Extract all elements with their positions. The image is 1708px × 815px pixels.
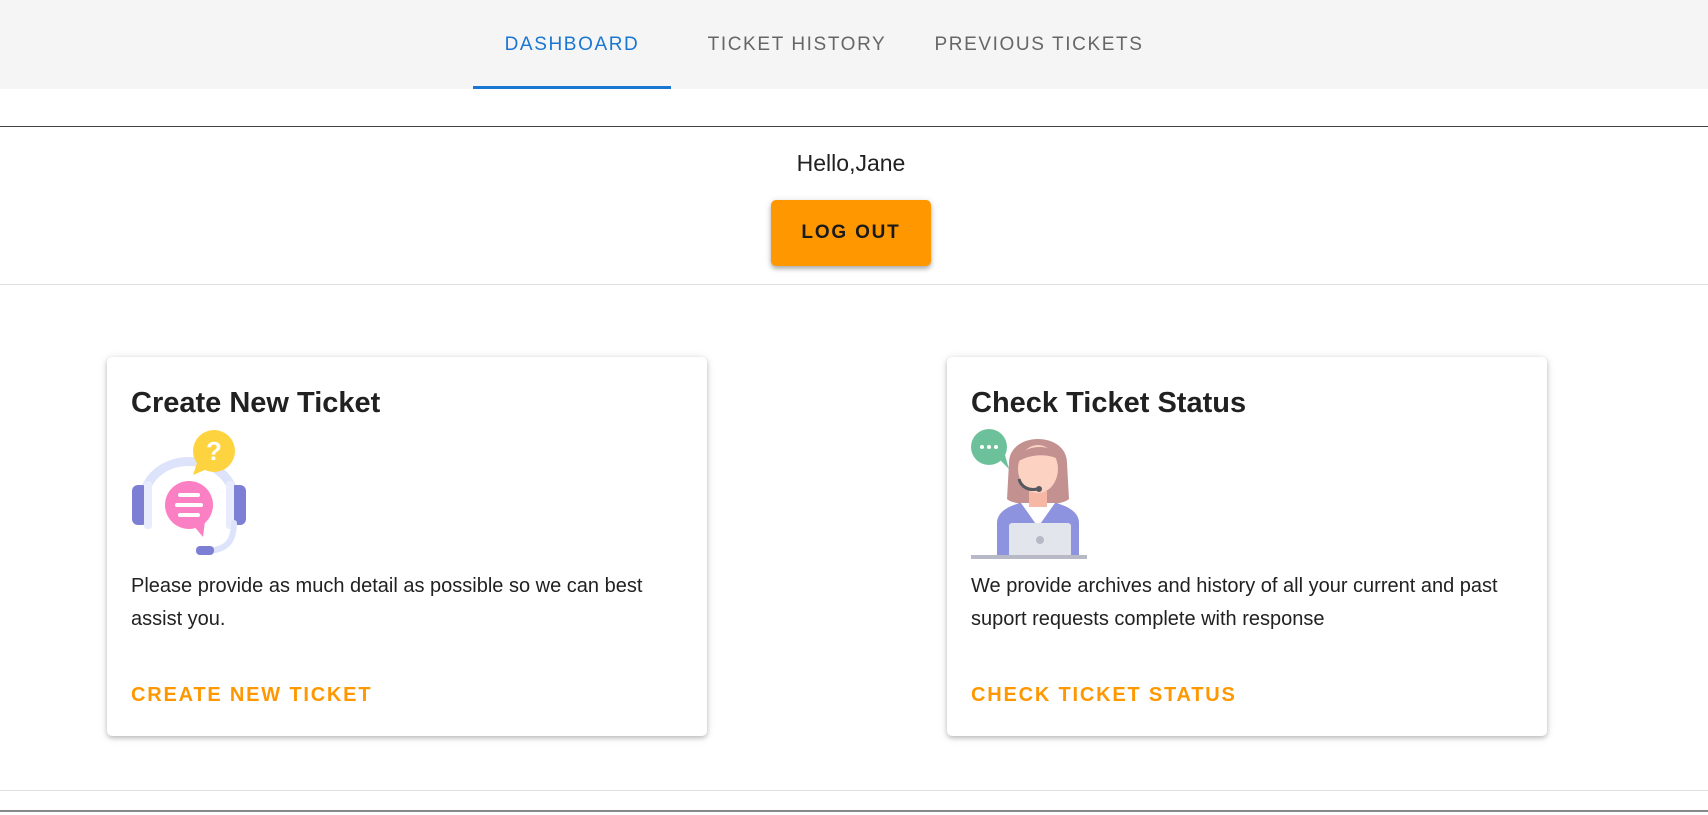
header-divider: [0, 126, 1708, 127]
card-description: We provide archives and history of all y…: [971, 575, 1498, 630]
tab-ticket-history[interactable]: TICKET HISTORY: [671, 0, 923, 89]
tab-ticket-history-label: TICKET HISTORY: [707, 33, 887, 55]
create-new-ticket-button[interactable]: CREATE NEW TICKET: [131, 684, 372, 707]
tab-previous-tickets-label: PREVIOUS TICKETS: [934, 33, 1144, 55]
check-status-card: Check Ticket Status We provide archives …: [947, 357, 1547, 736]
create-ticket-card: Create New Ticket ? Please provide as mu…: [107, 357, 707, 736]
tab-dashboard[interactable]: DASHBOARD: [473, 0, 671, 89]
card-description: Please provide as much detail as possibl…: [131, 575, 643, 630]
card-title: Create New Ticket: [131, 387, 381, 419]
top-navigation-bar: DASHBOARD TICKET HISTORY PREVIOUS TICKET…: [0, 0, 1708, 89]
support-headset-icon: ?: [131, 427, 247, 559]
section-divider: [0, 284, 1708, 285]
card-title: Check Ticket Status: [971, 387, 1247, 419]
support-agent-icon: [971, 427, 1087, 559]
logout-button[interactable]: LOG OUT: [771, 200, 931, 266]
svg-text:?: ?: [206, 436, 222, 466]
footer-divider: [0, 790, 1708, 791]
check-ticket-status-button[interactable]: CHECK TICKET STATUS: [971, 684, 1237, 707]
user-greeting: Hello,Jane: [796, 150, 906, 176]
tab-dashboard-label: DASHBOARD: [504, 33, 640, 55]
active-tab-indicator: [473, 86, 671, 89]
nav-tabs: DASHBOARD TICKET HISTORY PREVIOUS TICKET…: [473, 0, 1155, 89]
page-bottom-border: [0, 810, 1708, 812]
tab-previous-tickets[interactable]: PREVIOUS TICKETS: [923, 0, 1155, 89]
